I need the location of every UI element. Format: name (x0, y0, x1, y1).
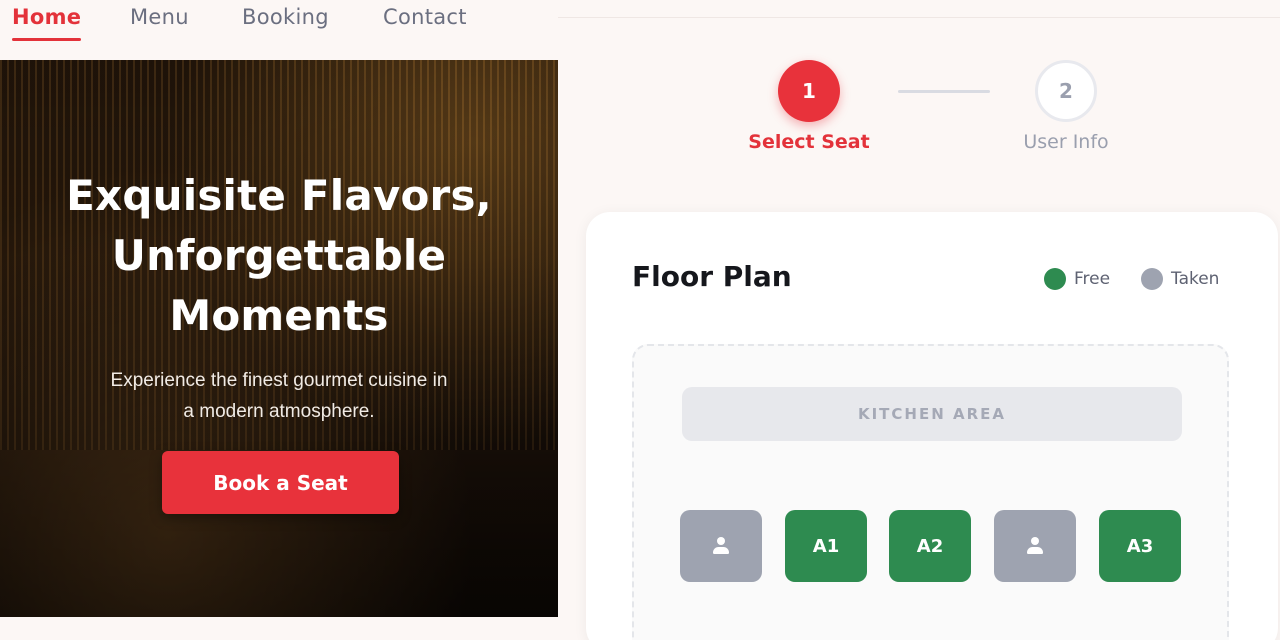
seat-taken (994, 510, 1076, 582)
floor-plan-title: Floor Plan (632, 260, 792, 293)
hero-title-line: Unforgettable (111, 231, 447, 280)
header-divider (558, 17, 1280, 18)
seat-a1[interactable]: A1 (785, 510, 867, 582)
floor-plan-card: Floor Plan Free Taken KITCHEN AREA A1 A2… (586, 212, 1278, 640)
hero-subtitle: Experience the finest gourmet cuisine in… (30, 365, 528, 427)
legend-free-label: Free (1074, 269, 1111, 289)
step-connector (898, 90, 990, 93)
step-2-label: User Info (1023, 131, 1109, 153)
step-1-circle[interactable]: 1 (778, 60, 840, 122)
legend-free: Free (1044, 268, 1110, 290)
legend-taken-dot (1141, 268, 1163, 290)
nav-menu-link[interactable]: Menu (130, 5, 189, 29)
book-seat-button[interactable]: Book a Seat (162, 451, 399, 514)
legend-taken: Taken (1141, 268, 1219, 290)
hero-subtitle-line: Experience the finest gourmet cuisine in (110, 370, 448, 391)
seat-taken (680, 510, 762, 582)
nav-contact-link[interactable]: Contact (383, 5, 467, 29)
kitchen-area: KITCHEN AREA (682, 387, 1182, 441)
person-icon (1025, 536, 1045, 556)
nav-active-indicator (12, 38, 81, 41)
nav-home-link[interactable]: Home (12, 5, 81, 29)
legend-taken-label: Taken (1171, 269, 1220, 289)
seat-a2[interactable]: A2 (889, 510, 971, 582)
hero-banner: Exquisite Flavors, Unforgettable Moments… (0, 60, 558, 617)
hero-title-line: Exquisite Flavors, (66, 171, 492, 220)
hero-title-line: Moments (169, 291, 389, 340)
step-1-label: Select Seat (748, 131, 870, 153)
step-2-circle[interactable]: 2 (1035, 60, 1097, 122)
nav-booking-link[interactable]: Booking (242, 5, 329, 29)
seat-a3[interactable]: A3 (1099, 510, 1181, 582)
hero-subtitle-line: a modern atmosphere. (183, 401, 375, 422)
person-icon (711, 536, 731, 556)
floor-plan-area: KITCHEN AREA A1 A2 A3 (632, 344, 1229, 640)
main-nav: Home Menu Booking Contact (0, 0, 560, 50)
legend-free-dot (1044, 268, 1066, 290)
hero-title: Exquisite Flavors, Unforgettable Moments (20, 166, 538, 346)
